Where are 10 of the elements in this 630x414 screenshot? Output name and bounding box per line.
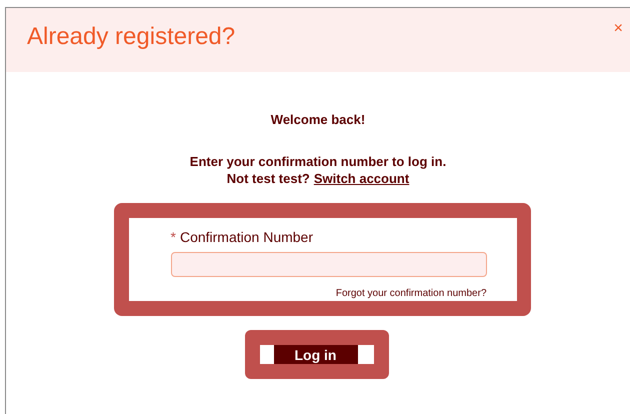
dialog-title: Already registered? [27, 23, 236, 51]
login-button[interactable]: Log in [260, 345, 374, 364]
welcome-text: Welcome back! [270, 112, 366, 127]
instruction-text: Enter your confirmation number to log in. [190, 154, 446, 169]
field-label: Confirmation Number [180, 229, 314, 245]
switch-account-link[interactable]: Switch account [314, 171, 410, 186]
forgot-number-link[interactable]: Forgot your confirmation number? [336, 288, 486, 299]
not-user-text: Not test test? [226, 171, 310, 186]
confirmation-number-field[interactable] [170, 252, 486, 277]
required-mark: * [170, 229, 176, 245]
